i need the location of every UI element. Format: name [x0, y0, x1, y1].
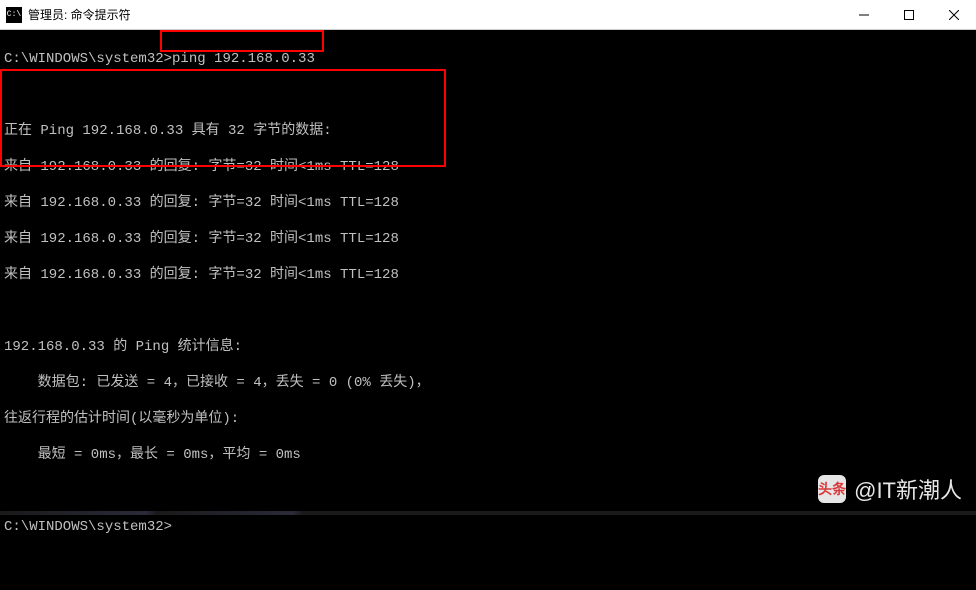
- close-button[interactable]: [931, 0, 976, 29]
- minimize-icon: [859, 10, 869, 20]
- taskbar-edge: [0, 511, 976, 515]
- highlight-output: [0, 69, 446, 167]
- terminal-output: 来自 192.168.0.33 的回复: 字节=32 时间<1ms TTL=12…: [4, 267, 399, 283]
- window-title: 管理员: 命令提示符: [28, 6, 131, 23]
- cmd-icon: C:\: [6, 7, 22, 23]
- watermark-author: @IT新潮人: [854, 473, 962, 505]
- maximize-button[interactable]: [886, 0, 931, 29]
- terminal-area[interactable]: C:\WINDOWS\system32>ping 192.168.0.33 正在…: [0, 30, 976, 515]
- window-controls: [841, 0, 976, 29]
- terminal-output: 来自 192.168.0.33 的回复: 字节=32 时间<1ms TTL=12…: [4, 159, 399, 175]
- terminal-output: 数据包: 已发送 = 4，已接收 = 4，丢失 = 0 (0% 丢失)，: [4, 375, 430, 391]
- terminal-output: 往返行程的估计时间(以毫秒为单位):: [4, 411, 239, 427]
- terminal-output: 最短 = 0ms，最长 = 0ms，平均 = 0ms: [4, 447, 301, 463]
- watermark: 头条 @IT新潮人: [818, 473, 962, 505]
- highlight-command: [160, 30, 324, 52]
- terminal-output: 来自 192.168.0.33 的回复: 字节=32 时间<1ms TTL=12…: [4, 231, 399, 247]
- maximize-icon: [904, 10, 914, 20]
- terminal-output: 来自 192.168.0.33 的回复: 字节=32 时间<1ms TTL=12…: [4, 195, 399, 211]
- close-icon: [949, 10, 959, 20]
- terminal-output: 正在 Ping 192.168.0.33 具有 32 字节的数据:: [4, 123, 332, 139]
- terminal-output: 192.168.0.33 的 Ping 统计信息:: [4, 339, 242, 355]
- window-titlebar[interactable]: C:\ 管理员: 命令提示符: [0, 0, 976, 30]
- minimize-button[interactable]: [841, 0, 886, 29]
- prompt-line: C:\WINDOWS\system32>ping 192.168.0.33: [4, 51, 315, 67]
- titlebar-left: C:\ 管理员: 命令提示符: [6, 6, 131, 23]
- prompt-line: C:\WINDOWS\system32>: [4, 519, 172, 535]
- watermark-logo-icon: 头条: [818, 475, 846, 503]
